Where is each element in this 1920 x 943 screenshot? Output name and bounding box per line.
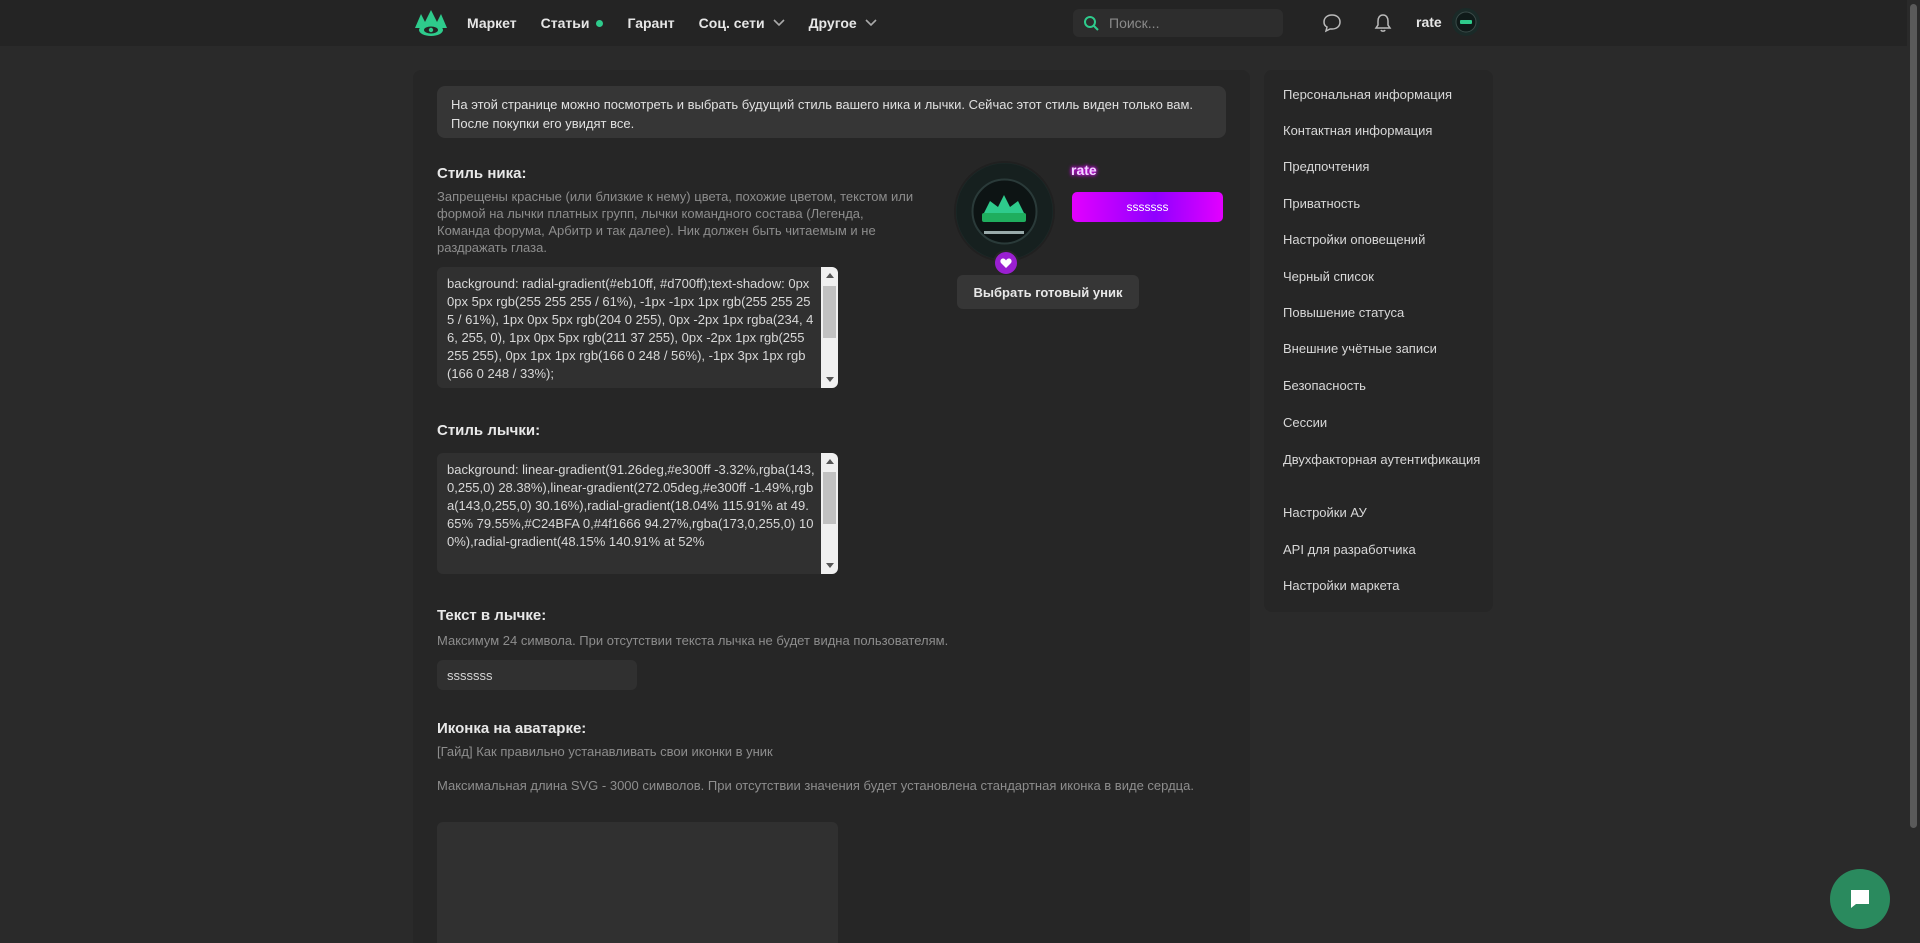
scroll-up-icon[interactable] (821, 453, 838, 470)
nick-style-title: Стиль ника: (437, 165, 527, 182)
user-menu[interactable]: rate (1416, 8, 1480, 36)
guide-link[interactable]: [Гайд] Как правильно устанавливать свои … (437, 743, 1226, 760)
nick-style-textarea[interactable]: background: radial-gradient(#eb10ff, #d7… (437, 267, 838, 388)
badge-style-title: Стиль лычки: (437, 422, 541, 439)
sidebar-item-two-factor[interactable]: Двухфакторная аутентификация (1283, 451, 1483, 469)
nav-social[interactable]: Соц. сети (699, 15, 785, 31)
main-content: На этой странице можно посмотреть и выбр… (413, 70, 1250, 943)
search-input[interactable] (1107, 14, 1271, 32)
sidebar-item-blacklist[interactable]: Черный список (1283, 268, 1483, 286)
scrollbar-thumb[interactable] (823, 472, 836, 524)
page-scrollbar[interactable] (1907, 0, 1920, 943)
nav-articles[interactable]: Статьи (541, 15, 604, 31)
sidebar-item-preferences[interactable]: Предпочтения (1283, 158, 1483, 176)
settings-sidebar: Персональная информация Контактная инфор… (1264, 70, 1493, 612)
nav-other[interactable]: Другое (809, 15, 877, 31)
sidebar-item-security[interactable]: Безопасность (1283, 377, 1483, 395)
nick-style-description: Запрещены красные (или близкие к нему) ц… (437, 189, 914, 255)
nick-style-value: background: radial-gradient(#eb10ff, #d7… (447, 276, 814, 381)
sidebar-item-au-settings[interactable]: Настройки АУ (1283, 504, 1483, 522)
logo-icon[interactable] (413, 7, 451, 39)
sidebar-item-upgrade-status[interactable]: Повышение статуса (1283, 304, 1483, 322)
top-navbar: Маркет Статьи Гарант Соц. сети Другое ra… (0, 0, 1907, 46)
scroll-down-icon[interactable] (821, 557, 838, 574)
chevron-down-icon (865, 19, 877, 27)
choose-ready-unique-button[interactable]: Выбрать готовый уник (957, 275, 1139, 309)
svg-icon-textarea[interactable] (437, 822, 838, 943)
sidebar-item-personal-info[interactable]: Персональная информация (1283, 86, 1483, 104)
chevron-down-icon (773, 19, 785, 27)
badge-text-description: Максимум 24 символа. При отсутствии текс… (437, 633, 949, 648)
badge-style-value: background: linear-gradient(91.26deg,#e3… (447, 462, 815, 549)
sidebar-item-sessions[interactable]: Сессии (1283, 414, 1483, 432)
scroll-down-icon[interactable] (821, 371, 838, 388)
avatar-icon-description: Максимальная длина SVG - 3000 символов. … (437, 778, 1194, 793)
sidebar-item-external-accounts[interactable]: Внешние учётные записи (1283, 340, 1483, 358)
search-icon (1084, 16, 1099, 31)
main-nav: Маркет Статьи Гарант Соц. сети Другое (413, 0, 901, 46)
avatar (1451, 8, 1480, 36)
sidebar-item-market-settings[interactable]: Настройки маркета (1283, 577, 1483, 595)
sidebar-item-api[interactable]: API для разработчика (1283, 541, 1483, 559)
username: rate (1416, 14, 1442, 30)
nav-guarantor[interactable]: Гарант (627, 15, 674, 31)
sidebar-item-privacy[interactable]: Приватность (1283, 195, 1483, 213)
sidebar-item-contact-info[interactable]: Контактная информация (1283, 122, 1483, 140)
scroll-up-icon[interactable] (821, 267, 838, 284)
chat-icon[interactable] (1830, 869, 1890, 929)
textarea-scrollbar[interactable] (821, 267, 838, 388)
bell-icon[interactable] (1371, 11, 1395, 35)
chat-bubble-icon[interactable] (1320, 11, 1344, 35)
sidebar-item-notifications[interactable]: Настройки оповещений (1283, 231, 1483, 249)
nick-preview: rate (1071, 162, 1097, 178)
scrollbar-thumb[interactable] (823, 286, 836, 338)
badge-preview: sssssss (1072, 192, 1223, 222)
avatar-preview (956, 163, 1053, 260)
textarea-scrollbar[interactable] (821, 453, 838, 574)
scrollbar-thumb[interactable] (1910, 4, 1917, 828)
heart-icon (993, 250, 1019, 276)
search-box[interactable] (1073, 9, 1283, 37)
badge-text-input[interactable]: sssssss (437, 660, 637, 690)
new-indicator-dot (596, 19, 604, 27)
avatar-icon-title: Иконка на аватарке: (437, 720, 587, 737)
info-notice: На этой странице можно посмотреть и выбр… (437, 86, 1226, 138)
badge-style-textarea[interactable]: background: linear-gradient(91.26deg,#e3… (437, 453, 838, 574)
nav-market[interactable]: Маркет (467, 15, 517, 31)
badge-text-title: Текст в лычке: (437, 607, 547, 624)
